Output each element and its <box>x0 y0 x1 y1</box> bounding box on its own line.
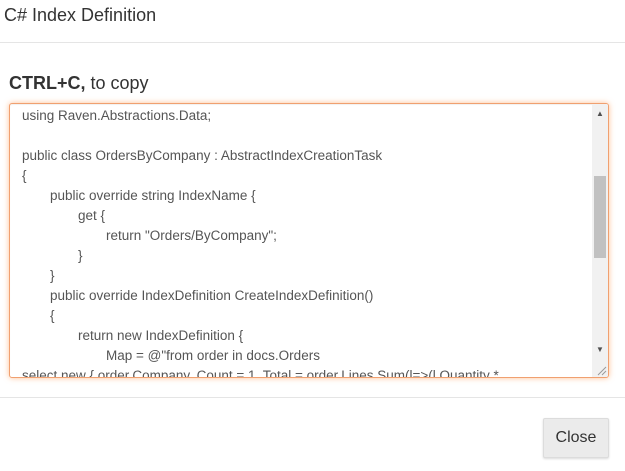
code-line: public class OrdersByCompany : AbstractI… <box>22 148 383 163</box>
modal-header: C# Index Definition <box>0 0 625 43</box>
close-button[interactable]: Close <box>543 418 609 458</box>
copy-shortcut: CTRL+C, <box>9 73 86 93</box>
code-line: { <box>22 168 27 183</box>
copy-hint-text: to copy <box>85 73 149 93</box>
scroll-thumb[interactable] <box>594 176 606 258</box>
code-line: return new IndexDefinition { <box>78 328 244 343</box>
code-content[interactable]: using Raven.Abstractions.Data; public cla… <box>22 106 592 377</box>
resize-grip-icon[interactable] <box>595 364 607 376</box>
scroll-down-arrow-icon[interactable]: ▼ <box>592 342 608 356</box>
scroll-up-arrow-icon[interactable]: ▲ <box>592 106 608 120</box>
code-line: } <box>50 268 55 283</box>
copy-hint: CTRL+C, to copy <box>9 73 149 94</box>
code-line: } <box>78 248 83 263</box>
code-line: { <box>50 308 55 323</box>
modal-footer-divider <box>0 397 625 398</box>
code-line: using Raven.Abstractions.Data; <box>22 108 212 123</box>
code-line: get { <box>78 208 106 223</box>
modal-title: C# Index Definition <box>4 5 157 25</box>
code-line: public override IndexDefinition CreateIn… <box>50 288 374 303</box>
vertical-scrollbar[interactable]: ▲ ▼ <box>592 104 608 377</box>
code-line: public override string IndexName { <box>50 188 256 203</box>
code-line: return "Orders/ByCompany"; <box>106 228 277 243</box>
code-textarea[interactable]: using Raven.Abstractions.Data; public cla… <box>9 103 609 378</box>
code-line: Map = @"from order in docs.Orders <box>106 348 320 363</box>
code-line: select new { order.Company, Count = 1, T… <box>22 368 499 377</box>
